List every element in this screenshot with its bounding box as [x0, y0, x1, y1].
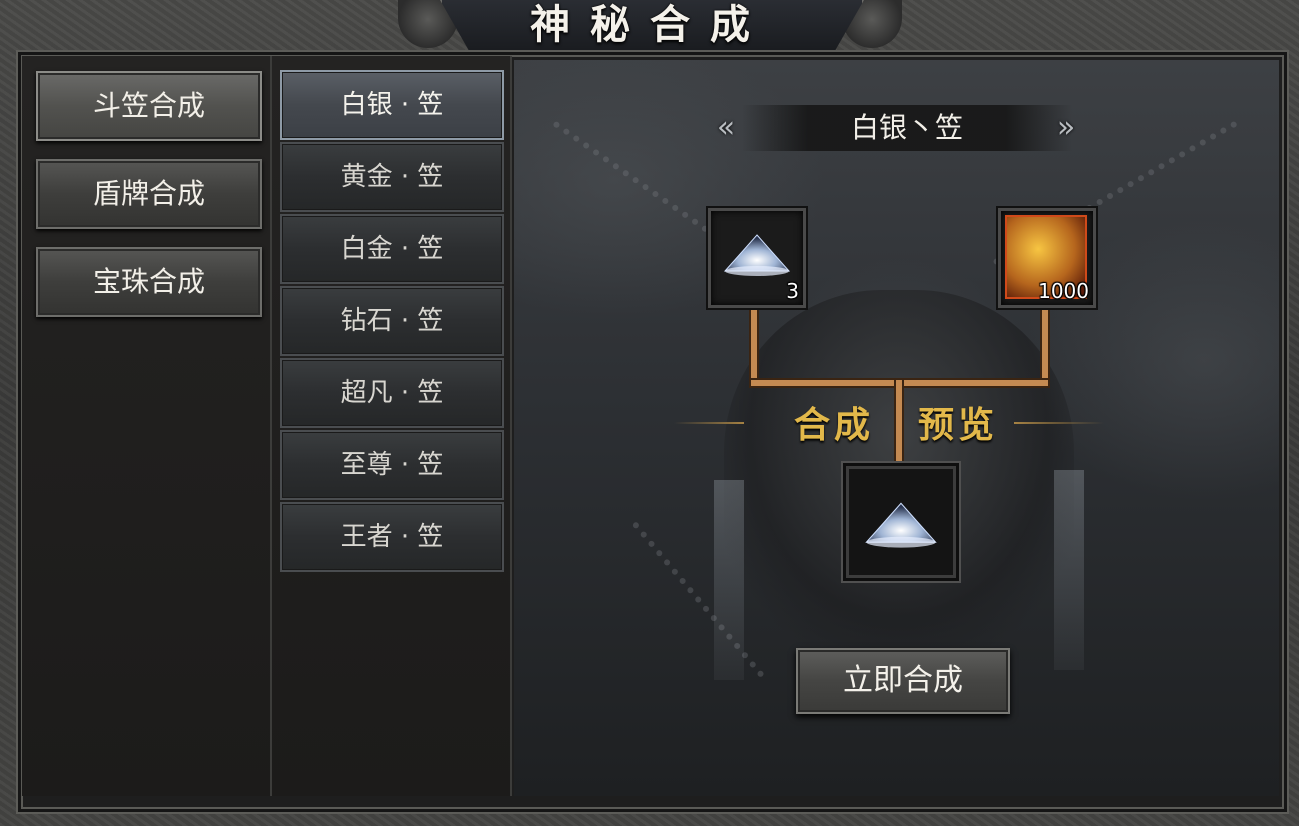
window-title: 神秘合成 [530, 1, 770, 48]
material-quantity: 1000 [1038, 279, 1089, 303]
item-button-extraordinary[interactable]: 超凡 · 笠 [280, 358, 504, 428]
preview-label-right: 预览 [918, 404, 999, 446]
selected-recipe-name: 白银丶笠 [850, 111, 963, 144]
category-button-hat[interactable]: 斗笠合成 [36, 71, 262, 141]
material-quantity: 3 [786, 279, 799, 303]
item-button-king[interactable]: 王者 · 笠 [280, 502, 504, 572]
prev-arrow-icon[interactable]: « [706, 108, 746, 148]
crafting-scene: « 白银丶笠 » 3 1000 合成 预览 立即合成 [514, 60, 1279, 796]
item-button-silver[interactable]: 白银 · 笠 [280, 70, 504, 140]
item-button-gold[interactable]: 黄金 · 笠 [280, 142, 504, 212]
connector-right-vertical [1042, 300, 1048, 386]
category-list: 斗笠合成 盾牌合成 宝珠合成 [22, 56, 272, 796]
connector-center-vertical [896, 380, 902, 466]
result-slot[interactable] [846, 466, 956, 578]
background-waterfall [714, 480, 744, 680]
item-button-platinum[interactable]: 白金 · 笠 [280, 214, 504, 284]
hat-icon [865, 502, 937, 548]
recipe-selector: « 白银丶笠 » [717, 105, 1075, 151]
item-button-supreme[interactable]: 至尊 · 笠 [280, 430, 504, 500]
item-button-diamond[interactable]: 钻石 · 笠 [280, 286, 504, 356]
category-button-shield[interactable]: 盾牌合成 [36, 159, 262, 229]
background-waterfall [1054, 470, 1084, 670]
material-slot-gold[interactable]: 1000 [998, 208, 1096, 308]
decorative-line-right [1014, 422, 1104, 424]
bottom-frame-strip [18, 806, 1281, 826]
connector-left-vertical [751, 300, 757, 386]
preview-label-left: 合成 [794, 404, 875, 446]
hat-icon [723, 234, 791, 276]
next-arrow-icon[interactable]: » [1046, 108, 1086, 148]
material-slot-hat[interactable]: 3 [708, 208, 806, 308]
item-list: 白银 · 笠 黄金 · 笠 白金 · 笠 钻石 · 笠 超凡 · 笠 至尊 · … [272, 56, 512, 796]
category-button-orb[interactable]: 宝珠合成 [36, 247, 262, 317]
decorative-line-left [674, 422, 744, 424]
craft-now-button[interactable]: 立即合成 [796, 648, 1010, 714]
